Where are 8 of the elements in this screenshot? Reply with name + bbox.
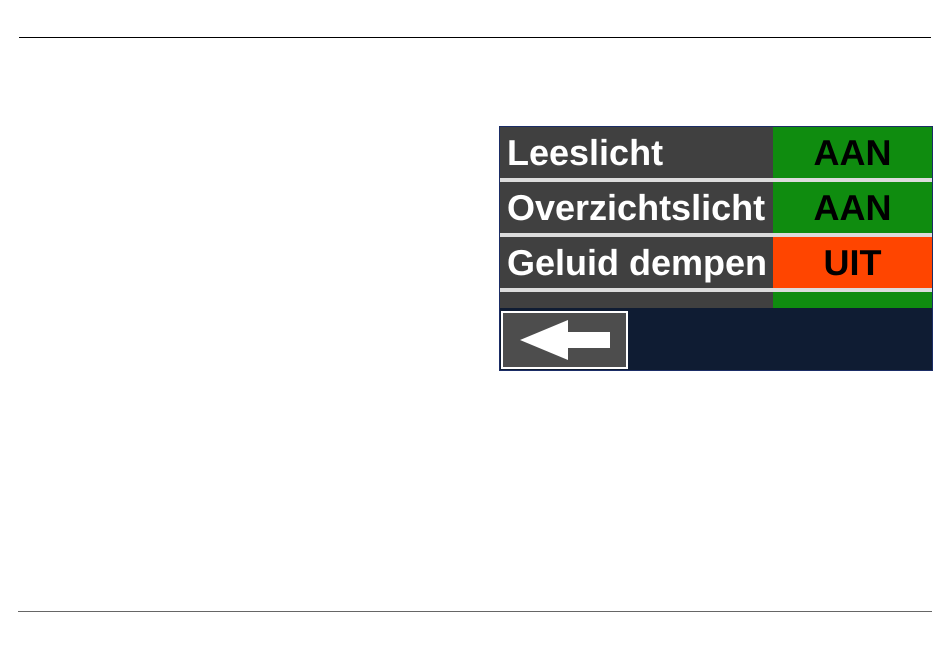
setting-label: Leeslicht	[500, 127, 773, 178]
setting-label: Overzichtslicht	[500, 182, 773, 233]
back-button[interactable]	[501, 311, 628, 369]
status-toggle[interactable]: AAN	[773, 127, 932, 178]
status-toggle[interactable]: UIT	[773, 237, 932, 288]
setting-label: Geluid dempen	[500, 237, 773, 288]
status-toggle[interactable]: AAN	[773, 182, 932, 233]
left-arrow-icon	[520, 320, 610, 360]
